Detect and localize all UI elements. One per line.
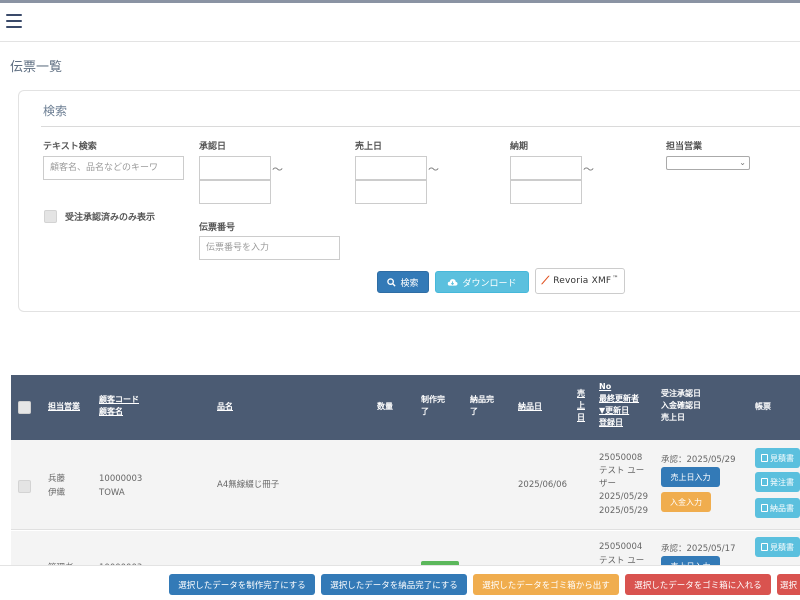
col-header-forms: 帳票: [755, 402, 771, 411]
hamburger-menu-icon[interactable]: [6, 14, 22, 28]
row-no: 25050004: [599, 542, 643, 552]
col-header-no[interactable]: No: [599, 381, 611, 393]
row-no: 25050008: [599, 453, 643, 463]
quote-form-button[interactable]: 見積書: [755, 448, 800, 468]
more-actions-button[interactable]: 選択: [777, 574, 800, 595]
row-checkbox[interactable]: [18, 480, 31, 493]
approval-date-to-input[interactable]: [199, 180, 271, 204]
quote-form-button[interactable]: 見積書: [755, 537, 800, 557]
document-icon: [761, 478, 768, 486]
document-icon: [761, 543, 768, 551]
document-icon: [761, 454, 768, 462]
approval-date-label: 承認日: [199, 142, 227, 152]
sales-rep-label: 担当営業: [666, 142, 703, 152]
document-icon: [761, 504, 768, 512]
page-title: 伝票一覧: [10, 60, 63, 75]
col-header-customer-name[interactable]: 顧客名: [99, 406, 123, 418]
cloud-download-icon: [448, 278, 458, 286]
col-header-delivery-date[interactable]: 納品日: [518, 401, 542, 413]
search-panel-title: 検索: [43, 104, 68, 118]
col-header-registered[interactable]: 登録日: [599, 417, 623, 429]
mark-delivery-done-button[interactable]: 選択したデータを納品完了にする: [321, 574, 467, 595]
download-button[interactable]: ダウンロード: [435, 271, 529, 293]
search-button-label: 検索: [400, 278, 419, 289]
sales-date-input-button[interactable]: 売上日入力: [661, 467, 720, 487]
revoria-xmf-button[interactable]: ⟋ Revoria XMF ™: [535, 268, 625, 294]
col-header-production-done-2: 了: [421, 407, 429, 416]
row-customer-name: TOWA: [99, 488, 125, 498]
col-header-delivery-done: 納品完: [470, 395, 494, 404]
quote-form-label: 見積書: [770, 453, 794, 463]
row-approval-date: 承認：2025/05/29: [661, 455, 736, 465]
restore-from-trash-button[interactable]: 選択したデータをゴミ箱から出す: [473, 574, 619, 595]
due-date-from-input[interactable]: [510, 156, 582, 180]
text-search-input[interactable]: [43, 156, 184, 180]
sales-date-range-separator: 〜: [428, 163, 439, 176]
row-registered-date: 2025/05/29: [599, 506, 648, 516]
due-date-to-input[interactable]: [510, 180, 582, 204]
search-icon: [387, 277, 397, 287]
select-all-checkbox[interactable]: [18, 401, 31, 414]
col-header-sales-date-2[interactable]: 上: [577, 400, 585, 412]
delivery-form-label: 納品書: [770, 503, 794, 513]
col-header-quantity: 数量: [377, 402, 393, 411]
col-header-sales-date-1[interactable]: 売: [577, 388, 585, 400]
sales-date-to-input[interactable]: [355, 180, 427, 204]
col-header-customer-code[interactable]: 顧客コード: [99, 394, 139, 406]
row-sales-rep-2: 伊織: [48, 488, 66, 498]
col-header-sales-date: 売上日: [661, 413, 685, 422]
table-header: 担当営業 顧客コード 顧客名 品名 数量 制作完 了 納品完 了 納品日 売 上…: [11, 375, 800, 440]
search-divider: [41, 126, 800, 127]
sales-date-from-input[interactable]: [355, 156, 427, 180]
chevron-down-icon: ⌄: [739, 158, 746, 167]
approval-date-from-input[interactable]: [199, 156, 271, 180]
sales-date-label: 売上日: [355, 142, 383, 152]
col-header-updated[interactable]: ▼更新日: [599, 405, 629, 417]
order-form-label: 発注書: [770, 477, 794, 487]
top-navbar: [0, 3, 800, 42]
delivery-form-button[interactable]: 納品書: [755, 498, 800, 518]
col-header-delivery-done-2: 了: [470, 407, 478, 416]
row-delivery-date: 2025/06/06: [518, 480, 567, 490]
col-header-production-done: 制作完: [421, 395, 445, 404]
col-header-last-updater[interactable]: 最終更新者: [599, 393, 639, 405]
col-header-item-name[interactable]: 品名: [217, 401, 233, 413]
row-updater-1: テスト ユー: [599, 466, 645, 476]
slip-number-label: 伝票番号: [199, 223, 236, 233]
payment-input-button[interactable]: 入金入力: [661, 492, 711, 512]
quote-form-label: 見積書: [770, 542, 794, 552]
col-header-sales-date-3[interactable]: 日: [577, 412, 585, 424]
text-search-label: テキスト検索: [43, 142, 97, 152]
order-form-button[interactable]: 発注書: [755, 472, 800, 492]
approved-only-checkbox[interactable]: [44, 210, 57, 223]
col-header-sales-rep[interactable]: 担当営業: [48, 401, 80, 413]
revoria-logo-icon: ⟋: [541, 274, 550, 287]
search-panel: 検索 テキスト検索 承認日 〜 売上日 〜 納期 〜 担当営業 ⌄ 受注承認済み…: [18, 90, 800, 312]
approval-date-range-separator: 〜: [272, 163, 283, 176]
approved-only-label: 受注承認済みのみ表示: [65, 213, 156, 223]
trademark-symbol: ™: [612, 275, 619, 282]
table-row[interactable]: 兵藤 伊織 10000003 TOWA A4無線綴じ冊子 2025/06/06 …: [11, 440, 800, 530]
slip-number-input[interactable]: [199, 236, 340, 260]
due-date-range-separator: 〜: [583, 163, 594, 176]
row-approval-date: 承認：2025/05/17: [661, 544, 736, 554]
mark-production-done-button[interactable]: 選択したデータを制作完了にする: [169, 574, 315, 595]
row-sales-rep-1: 兵藤: [48, 474, 66, 484]
col-header-order-approval: 受注承認日: [661, 389, 701, 398]
row-customer-code: 10000003: [99, 474, 143, 484]
row-updater-2: ザー: [599, 479, 617, 489]
sales-rep-select[interactable]: ⌄: [666, 156, 750, 170]
revoria-xmf-label: Revoria XMF: [553, 276, 612, 286]
bulk-action-bar: 選択したデータを制作完了にする 選択したデータを納品完了にする 選択したデータを…: [0, 565, 800, 600]
due-date-label: 納期: [510, 142, 529, 152]
row-item-name: A4無線綴じ冊子: [217, 480, 280, 490]
row-updated-date: 2025/05/29: [599, 492, 648, 502]
move-to-trash-button[interactable]: 選択したデータをゴミ箱に入れる: [625, 574, 771, 595]
download-button-label: ダウンロード: [462, 278, 517, 289]
col-header-payment-confirm: 入金確認日: [661, 401, 701, 410]
search-button[interactable]: 検索: [377, 271, 429, 293]
